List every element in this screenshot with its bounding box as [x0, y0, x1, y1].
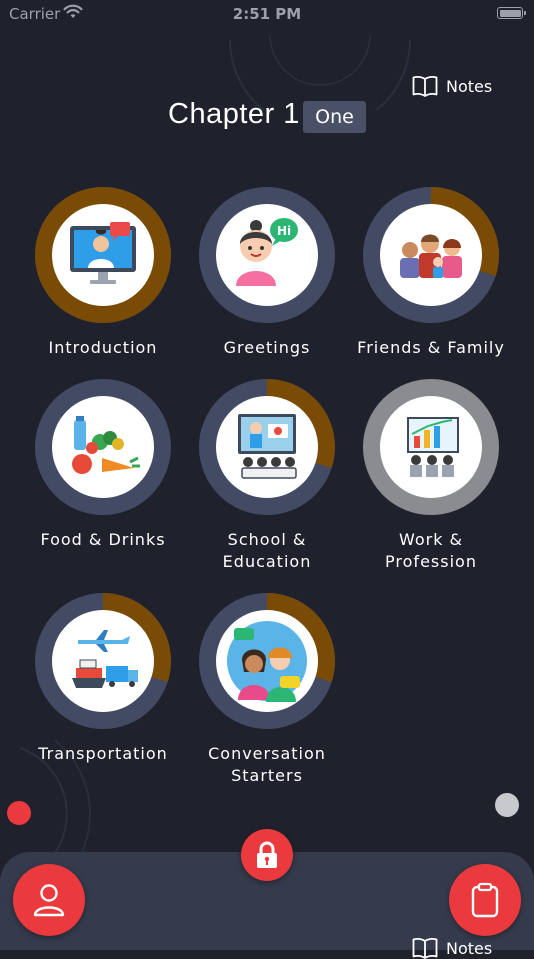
notes-button-bottom[interactable]: Notes: [412, 937, 493, 959]
progress-ring: [35, 187, 171, 323]
progress-ring: [35, 379, 171, 515]
progress-ring: [35, 593, 171, 729]
presentation-icon: [380, 396, 482, 498]
book-icon: [412, 75, 438, 97]
lock-icon: [257, 841, 277, 868]
battery-icon: [497, 7, 526, 19]
transport-icon: [52, 610, 154, 712]
clipboard-icon: [471, 882, 499, 918]
topic-label: Introduction: [48, 338, 158, 357]
food-drinks-icon: [52, 396, 154, 498]
clock: 2:51 PM: [232, 5, 302, 23]
topic-label: Food & Drinks: [40, 530, 166, 549]
clipboard-button[interactable]: [449, 864, 521, 936]
progress-ring: [199, 379, 335, 515]
lock-button[interactable]: [241, 829, 293, 881]
chapter-badge: One: [303, 101, 366, 133]
video-call-icon: [52, 204, 154, 306]
topic-label: Greetings: [223, 338, 311, 357]
topic-label: Transportation: [38, 744, 168, 763]
svg-text:Hi: Hi: [277, 224, 291, 238]
notes-button[interactable]: Notes: [412, 74, 492, 98]
progress-ring: [363, 187, 499, 323]
topic-label: School & Education: [222, 530, 312, 571]
notes-label: Notes: [446, 938, 493, 958]
progress-ring: [363, 379, 499, 515]
classroom-icon: [216, 396, 318, 498]
topic-label: Work & Profession: [385, 530, 477, 571]
indicator-dot-gray: [495, 793, 519, 817]
profile-button[interactable]: [13, 864, 85, 936]
topic-label: Friends & Family: [357, 338, 505, 357]
book-icon: [412, 937, 438, 959]
person-icon: [33, 884, 65, 917]
chapter-title: Chapter 1: [168, 98, 300, 130]
family-group-icon: [380, 204, 482, 306]
progress-ring: Hi: [199, 187, 335, 323]
topic-label: Conversation Starters: [208, 744, 326, 785]
notes-label: Notes: [446, 76, 493, 96]
conversation-icon: [216, 610, 318, 712]
progress-ring: [199, 593, 335, 729]
indicator-dot-red: [7, 801, 31, 825]
greeting-person-icon: Hi: [216, 204, 318, 306]
status-bar: Carrier 2:51 PM: [0, 0, 534, 28]
